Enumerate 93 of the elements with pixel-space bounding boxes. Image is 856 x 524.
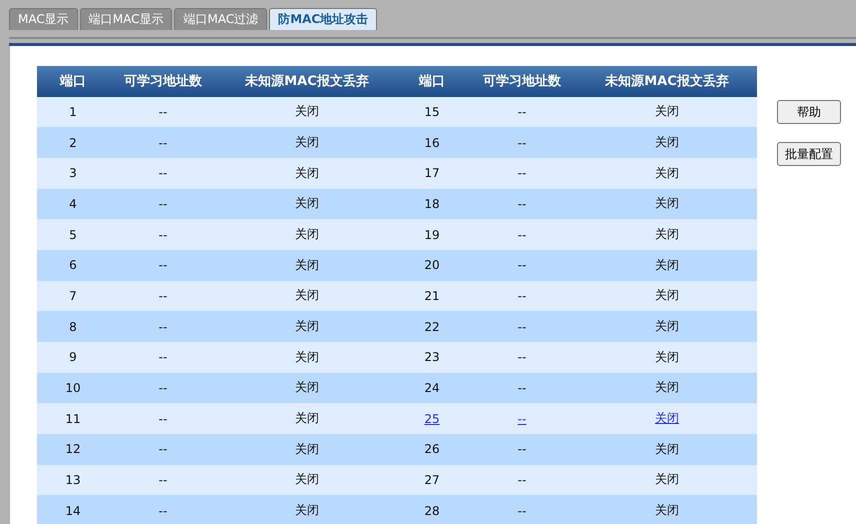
table-cell: 关闭 [655, 227, 679, 242]
table-cell: 19 [424, 228, 440, 242]
table-cell: 关闭 [295, 135, 319, 150]
table-cell: 关闭 [295, 442, 319, 456]
table-cell: 关闭 [655, 319, 679, 334]
table-cell: -- [518, 228, 526, 242]
cell-link[interactable]: 关闭 [655, 411, 679, 426]
table-cell: 关闭 [655, 503, 679, 518]
table-cell: -- [158, 320, 168, 334]
table-cell: 关闭 [295, 319, 319, 334]
table-cell: 15 [424, 104, 440, 119]
table-cell: 13 [65, 472, 81, 487]
table-cell: 关闭 [295, 472, 319, 486]
table-cell: 26 [424, 442, 440, 456]
table-cell: 关闭 [295, 380, 319, 394]
table-cell: 10 [65, 380, 81, 395]
table-cell: -- [158, 136, 168, 150]
table-cell: -- [518, 350, 526, 364]
column-header: 端口 [419, 74, 445, 90]
table-cell: -- [158, 504, 168, 518]
table-cell: 关闭 [295, 411, 319, 426]
table-cell: 22 [424, 320, 440, 334]
table-cell: 11 [65, 412, 81, 426]
table-cell: 关闭 [655, 288, 679, 302]
table-cell: 18 [424, 196, 440, 211]
column-header: 可学习地址数 [483, 74, 561, 90]
action-button[interactable]: 帮助 [777, 100, 841, 124]
table-cell: -- [518, 320, 526, 334]
table-cell: -- [158, 412, 168, 426]
table-cell: 23 [424, 350, 440, 364]
table-cell: 9 [69, 350, 77, 364]
table-cell: 关闭 [655, 104, 679, 118]
table-cell: -- [518, 104, 526, 119]
table-cell: 关闭 [655, 135, 679, 150]
table-cell: 4 [69, 196, 77, 211]
column-header: 未知源MAC报文丢弃 [605, 74, 729, 90]
table-cell: 关闭 [295, 166, 319, 180]
table-cell: -- [158, 350, 168, 364]
table-cell: -- [158, 196, 168, 211]
table-cell: -- [158, 228, 168, 242]
table-cell: -- [518, 258, 526, 272]
table-cell: -- [518, 504, 526, 518]
table-cell: 关闭 [295, 288, 319, 302]
column-header: 未知源MAC报文丢弃 [245, 74, 369, 90]
table-cell: 5 [69, 228, 77, 242]
action-button[interactable]: 批量配置 [777, 142, 841, 166]
table-cell: 28 [424, 504, 440, 518]
table-cell: 关闭 [655, 350, 679, 364]
table-cell: 关闭 [295, 503, 319, 518]
table-cell: -- [158, 258, 168, 272]
table-cell: 关闭 [295, 227, 319, 242]
table-cell: 7 [69, 288, 77, 303]
table-cell: -- [518, 136, 526, 150]
table-cell: 24 [424, 380, 440, 395]
table-cell: -- [518, 442, 526, 456]
table-cell: -- [158, 442, 168, 456]
table-cell: -- [158, 166, 168, 180]
table-cell: 关闭 [295, 104, 319, 118]
table-cell: 2 [69, 136, 77, 150]
table-cell: 8 [69, 320, 77, 334]
table-cell: 17 [424, 166, 440, 180]
table-cell: 27 [424, 472, 440, 487]
table-cell: 6 [69, 258, 77, 272]
table-cell: -- [158, 104, 168, 119]
table-cell: -- [518, 166, 526, 180]
table-cell: 关闭 [655, 442, 679, 456]
table-cell: 关闭 [655, 380, 679, 394]
table-cell: 20 [424, 258, 440, 272]
table-cell: -- [158, 288, 168, 303]
table-cell: 12 [65, 442, 81, 456]
table-cell: 21 [424, 288, 440, 303]
table-cell: -- [158, 380, 168, 395]
table-cell: -- [518, 288, 526, 303]
tab[interactable]: 防MAC地址攻击 [269, 8, 378, 30]
table-cell: -- [518, 472, 526, 487]
table-cell: -- [158, 472, 168, 487]
table-cell: 关闭 [295, 196, 319, 210]
table-cell: 16 [424, 136, 440, 150]
table-cell: 关闭 [655, 196, 679, 210]
table-cell: 关闭 [655, 472, 679, 486]
table-cell: 3 [69, 166, 77, 180]
column-header: 端口 [60, 74, 86, 90]
table-cell: 1 [69, 104, 77, 119]
table-cell: 关闭 [295, 350, 319, 364]
table-cell: 关闭 [655, 166, 679, 180]
table-cell: 关闭 [655, 258, 679, 272]
cell-link[interactable]: 25 [424, 412, 440, 426]
table-cell: -- [518, 380, 526, 395]
table-cell: 14 [65, 504, 81, 518]
cell-link[interactable]: -- [518, 412, 526, 426]
table-cell: 关闭 [295, 258, 319, 272]
column-header: 可学习地址数 [124, 74, 202, 90]
table-cell: -- [518, 196, 526, 211]
